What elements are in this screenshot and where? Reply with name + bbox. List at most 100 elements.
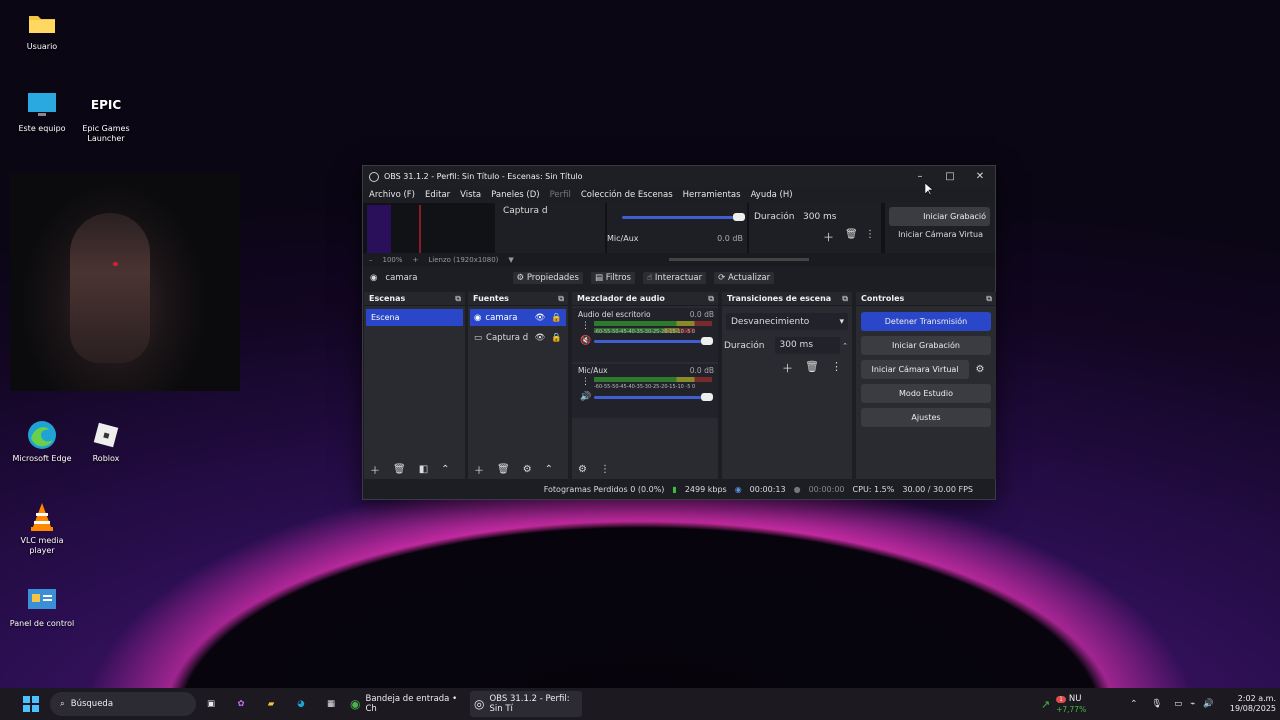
transitions-dock: Transiciones de escena ⧉ Desvanecimiento ▾… <box>722 292 852 479</box>
desktop-icon-roblox[interactable]: Roblox <box>73 420 139 464</box>
desktop-icon-edge[interactable]: Microsoft Edge <box>9 420 75 464</box>
microphone-icon[interactable]: 🎙 <box>1151 699 1162 709</box>
duration-stepper-icon[interactable]: ⌃ <box>842 342 848 350</box>
network-icon[interactable]: ⌁ <box>1190 699 1195 709</box>
preview-hscroll[interactable] <box>668 258 809 261</box>
transition-more-icon[interactable]: ⋮ <box>831 360 842 376</box>
menu-perfil[interactable]: Perfil <box>550 190 571 200</box>
start-button[interactable] <box>18 691 44 717</box>
source-item-camara[interactable]: ◉ camara 👁 🔒 <box>470 309 566 326</box>
display-icon[interactable]: ▭ <box>1174 699 1182 709</box>
transitions-title: Transiciones de escena <box>727 294 832 303</box>
canvas-dropdown-icon[interactable]: ▼ <box>508 256 513 264</box>
obs-window: OBS 31.1.2 - Perfil: Sin Título - Escena… <box>362 165 996 500</box>
stream-time: 00:00:13 <box>749 484 786 494</box>
title-bar[interactable]: OBS 31.1.2 - Perfil: Sin Título - Escena… <box>363 166 995 187</box>
studio-mode-button[interactable]: Modo Estudio <box>861 384 991 403</box>
virtual-camera-settings-icon[interactable]: ⚙ <box>969 364 991 375</box>
volume-slider[interactable] <box>594 393 713 401</box>
transitions-float-icon[interactable]: ⧉ <box>842 294 848 304</box>
menu-herramientas[interactable]: Herramientas <box>683 190 741 200</box>
channel-menu-icon[interactable]: ⋮ <box>581 321 590 331</box>
desktop-icon-este-equipo[interactable]: Este equipo <box>9 90 75 134</box>
add-transition-icon[interactable]: ＋ <box>782 360 793 376</box>
mixer-more-icon[interactable]: ⋮ <box>600 464 610 475</box>
controls-title: Controles <box>861 294 905 303</box>
remove-transition-icon[interactable]: 🗑 <box>805 360 819 376</box>
duration-input[interactable]: 300 ms <box>774 337 841 354</box>
bitrate: 2499 kbps <box>684 484 727 494</box>
scene-filter-icon[interactable]: ◧ <box>419 464 428 475</box>
taskbar-app-chrome[interactable]: ◉ Bandeja de entrada • Ch <box>350 694 460 714</box>
settings-button[interactable]: Ajustes <box>861 408 991 427</box>
source-item-captura[interactable]: ▭ Captura d 👁 🔒 <box>470 329 566 346</box>
speaker-icon[interactable]: 🔊 <box>580 392 591 402</box>
scenes-float-icon[interactable]: ⧉ <box>455 294 461 304</box>
source-properties-icon[interactable]: ⚙ <box>523 464 532 475</box>
taskbar-search[interactable]: ⌕ Búsqueda <box>50 692 196 716</box>
add-source-icon[interactable]: ＋ <box>474 462 484 477</box>
taskbar-app-obs[interactable]: ◎ OBS 31.1.2 - Perfil: Sin Tí <box>470 691 582 717</box>
menu-archivo[interactable]: Archivo (F) <box>369 190 415 200</box>
muted-speaker-icon[interactable]: 🔇 <box>580 336 591 346</box>
mixer-settings-icon[interactable]: ⚙ <box>578 464 587 475</box>
volume-icon[interactable]: 🔊 <box>1203 699 1214 709</box>
store-icon[interactable]: ▦ <box>318 691 344 717</box>
source-up-icon[interactable]: ⌃ <box>545 464 553 475</box>
edge-taskbar-icon[interactable]: ◕ <box>288 691 314 717</box>
desktop-icon-vlc[interactable]: VLC media player <box>9 502 75 556</box>
channel-menu-icon[interactable]: ⋮ <box>581 377 590 387</box>
headset-light <box>113 262 118 266</box>
weather-widget[interactable]: ↗ 1 NU +7,77% <box>1041 694 1086 715</box>
desktop-icon-usuario[interactable]: Usuario <box>9 8 75 52</box>
mixer-channel-desktop: Audio del escritorio 0.0 dB ⋮ -60-55-50-… <box>572 308 718 362</box>
camera-source-icon: ◉ <box>370 273 378 283</box>
move-up-icon[interactable]: ⌃ <box>441 464 449 475</box>
clock[interactable]: 2:02 a.m. 19/08/2025 <box>1230 694 1276 714</box>
remove-source-icon[interactable]: 🗑 <box>497 464 510 475</box>
visibility-eye-icon[interactable]: 👁 <box>535 333 546 343</box>
file-explorer-icon[interactable]: ▰ <box>258 691 284 717</box>
refresh-button[interactable]: ⟳ Actualizar <box>714 272 775 284</box>
properties-button[interactable]: ⚙ Propiedades <box>512 272 583 284</box>
stop-stream-button[interactable]: Detener Transmisión <box>861 312 991 331</box>
zoom-in-icon[interactable]: + <box>413 256 419 264</box>
minimize-icon[interactable]: – <box>905 171 935 182</box>
level-meter <box>594 321 712 326</box>
preview-source-label: Captura d <box>503 206 548 216</box>
desktop-icon-panel-control[interactable]: Panel de control <box>9 585 75 629</box>
transition-select[interactable]: Desvanecimiento ▾ <box>726 313 848 330</box>
menu-vista[interactable]: Vista <box>460 190 481 200</box>
chevron-up-icon[interactable]: ⌃ <box>1130 699 1137 709</box>
scene-item[interactable]: Escena <box>366 309 463 326</box>
visibility-eye-icon[interactable]: 👁 <box>535 313 546 323</box>
desktop-icon-epic-games[interactable]: EPIC Epic Games Launcher <box>73 90 139 144</box>
menu-editar[interactable]: Editar <box>425 190 450 200</box>
sources-float-icon[interactable]: ⧉ <box>558 294 564 304</box>
menu-paneles[interactable]: Paneles (D) <box>491 190 539 200</box>
interact-button[interactable]: ☝ Interactuar <box>642 272 707 284</box>
preview-nested-panel: Captura d <box>495 203 605 258</box>
start-recording-button[interactable]: Iniciar Grabación <box>861 336 991 355</box>
copilot-icon[interactable]: ✿ <box>228 691 254 717</box>
menu-coleccion[interactable]: Colección de Escenas <box>581 190 673 200</box>
zoom-out-icon[interactable]: – <box>369 256 373 264</box>
lock-icon[interactable]: 🔒 <box>551 313 562 323</box>
search-icon: ⌕ <box>60 699 65 709</box>
add-scene-icon[interactable]: ＋ <box>370 462 380 477</box>
volume-slider[interactable] <box>594 337 713 345</box>
filters-button[interactable]: ▤ Filtros <box>590 272 635 284</box>
preview-area[interactable]: Captura d Mic/Aux 0.0 dB Duración 300 ms… <box>363 203 995 266</box>
lock-icon[interactable]: 🔒 <box>551 333 562 343</box>
remove-scene-icon[interactable]: 🗑 <box>393 464 406 475</box>
start-virtual-camera-button[interactable]: Iniciar Cámara Virtual <box>861 360 969 379</box>
mouse-cursor <box>924 182 934 198</box>
menu-ayuda[interactable]: Ayuda (H) <box>751 190 793 200</box>
mixer-float-icon[interactable]: ⧉ <box>708 294 714 304</box>
task-view-icon[interactable]: ▣ <box>198 691 224 717</box>
controls-float-icon[interactable]: ⧉ <box>986 294 992 304</box>
close-icon[interactable]: ✕ <box>965 171 995 182</box>
roblox-icon <box>91 420 121 450</box>
maximize-icon[interactable]: □ <box>935 171 965 182</box>
dropped-frames: Fotogramas Perdidos 0 (0.0%) <box>543 484 665 494</box>
